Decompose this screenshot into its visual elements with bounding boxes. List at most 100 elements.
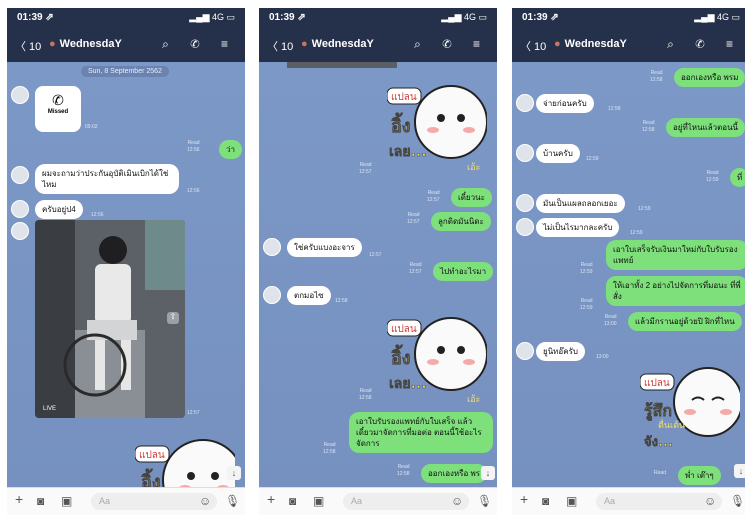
back-button[interactable]: 〈 10 [267,38,293,54]
camera-icon[interactable]: ◙ [289,494,296,508]
read-receipt: Read 12:57 [409,262,422,275]
message-out[interactable]: เอาใบเสร็จรับเงินมาใหม่กับใบรับรองแพทย์ [606,240,745,270]
header-icons[interactable]: ⌕ ✆ ≡ [414,37,489,52]
chat-area[interactable]: Sun, 8 September 2562 ✆ Missed 09:02 Rea… [7,62,245,487]
chat-area[interactable]: Read 12:58 ออกเองหรือ พรม จ่ายก่อนครับ 1… [512,62,745,487]
read-receipt: Read [654,470,666,476]
message-in[interactable]: ใช่ครับแบงอะจาร [287,238,362,257]
back-button[interactable]: 〈 10 [520,38,546,54]
avatar[interactable] [516,144,534,162]
read-receipt: Read 12:58 [650,70,663,83]
camera-icon[interactable]: ◙ [542,494,549,508]
image-icon[interactable]: ▣ [566,494,577,508]
chat-title: ● WednesdaY [49,38,122,50]
status-signal: ▂▄▆ 4G ▭ [694,12,740,22]
plus-icon[interactable]: + [267,491,275,507]
mic-icon[interactable]: 🎙 [225,494,240,508]
emoji-icon[interactable]: ☺ [704,494,716,508]
avatar[interactable] [516,194,534,212]
message-out[interactable]: อยู่ที่ไหนแล้วตอนนี้ [666,118,745,137]
mic-icon[interactable]: 🎙 [477,494,492,508]
scroll-down-button[interactable]: ↓ [227,466,241,480]
message-out[interactable]: ว่า [219,140,242,159]
message-time: 12:59 [630,230,643,236]
header-icons[interactable]: ⌕ ✆ ≡ [667,37,742,52]
message-time: 12:56 [91,212,104,218]
message-in[interactable]: บ้านครับ [536,144,580,163]
sticker[interactable]: แปลน อิ้ง เลย... เอ้ะ [387,78,487,178]
emoji-icon[interactable]: ☺ [199,494,211,508]
chat-area[interactable]: Read 12:57 แปลน อิ้ง เลย... เอ้ะ Read 12… [259,62,497,487]
input-bar: + ◙ ▣ Aa ☺ 🎙 [512,487,745,515]
sticker[interactable]: แปลน รู้สึก ตื่นเต้น จัง... [640,362,740,462]
message-in[interactable]: ครับอยู่ป4 [35,200,83,219]
image-icon[interactable]: ▣ [313,494,324,508]
message-out[interactable]: แล้วมีกรานอยู่ด้วยปิ ฝิกที่ไหน [628,312,742,331]
sticker[interactable]: แปลน อิ้ง [135,432,235,487]
scroll-down-button[interactable]: ↓ [734,464,745,478]
status-bar: 01:39 ⇗ ▂▄▆ 4G ▭ [259,8,497,28]
message-in[interactable]: มันเป็นแผลถลอกเยอะ [536,194,625,213]
status-time: 01:39 ⇗ [17,12,54,23]
missed-call-card[interactable]: ✆ Missed [35,86,81,132]
avatar[interactable] [516,218,534,236]
sticker-text: เอ้ะ [467,162,480,173]
avatar[interactable] [11,166,29,184]
read-receipt: Read 12:59 [706,170,719,183]
camera-icon[interactable]: ◙ [37,494,44,508]
share-icon[interactable]: ⇧ [167,312,179,324]
sticker-text: อิ้ง [391,344,411,369]
sticker-text: อิ้ง [141,468,161,487]
message-time: 12:56 [187,188,200,194]
read-receipt: Read 12:57 [407,212,420,225]
message-out[interactable]: ลูกติดมันนิดะ [431,212,491,231]
header-icons[interactable]: ⌕ ✆ ≡ [162,37,237,52]
message-in[interactable]: จ่ายก่อนครับ [536,94,594,113]
read-receipt: Read 12:57 [427,190,440,203]
message-in[interactable]: ตกมอไซ [287,286,331,305]
read-receipt: Read 13:00 [604,314,617,327]
message-time: 12:58 [608,106,621,112]
message-in[interactable]: ยูนิทอ๊ครับ [536,342,585,361]
avatar[interactable] [263,286,281,304]
date-separator: Sun, 8 September 2562 [81,66,169,77]
message-out[interactable]: ที่ [730,168,745,187]
photo-image [35,220,185,418]
read-receipt: Read 12:59 [580,298,593,311]
message-out[interactable]: ไปทำอะไรมา [433,262,494,281]
plus-icon[interactable]: + [15,491,23,507]
input-bar: + ◙ ▣ Aa ☺ 🎙 [7,487,245,515]
avatar[interactable] [516,342,534,360]
avatar[interactable] [11,222,29,240]
sticker-text: เลย... [389,144,427,160]
message-in[interactable]: ผมจะถามว่าประกันอุบัติเมินเบิกได้ใช่ไหม [35,164,179,194]
avatar[interactable] [263,238,281,256]
mic-icon[interactable]: 🎙 [730,494,745,508]
contact-icon: ● [49,38,56,50]
scroll-down-button[interactable]: ↓ [481,466,495,480]
avatar[interactable] [11,200,29,218]
photo-message[interactable]: LIVE ⇧ [35,220,185,418]
message-out[interactable]: ออกเองหรือ พรม [674,68,745,87]
message-in[interactable]: ไม่เป็นไรมากละครับ [536,218,620,237]
avatar[interactable] [11,86,29,104]
message-time: 13:00 [596,354,609,360]
sticker-text: รู้สึก [644,401,672,422]
message-out[interactable]: พ่ำ เต๊าๆ [678,466,721,485]
message-out[interactable]: เดี๋ยวนะ [451,188,492,207]
sticker-text: เอ้ะ [467,394,480,405]
emoji-icon[interactable]: ☺ [451,494,463,508]
message-out[interactable]: ออกเองหรือ พร [421,464,488,483]
sticker[interactable]: แปลน อิ้ง เลย... เอ้ะ [387,310,487,410]
back-button[interactable]: 〈 10 [15,38,41,54]
image-icon[interactable]: ▣ [61,494,72,508]
message-out[interactable]: ให้เอาทั้ง 2 อย่างไปจัดการที่มอนะ ที่พี่… [606,276,745,306]
plus-icon[interactable]: + [520,491,528,507]
contact-icon: ● [554,38,561,50]
read-receipt: Read 12:56 [187,140,200,153]
message-out[interactable]: เอาใบรับรองแพทย์กับใบเสร็จ แล้วเดี๋ยวมาจ… [349,412,493,453]
avatar[interactable] [516,94,534,112]
phone-icon: ✆ [52,92,64,108]
sticker-text: แปลน [391,324,417,335]
phone-screen-3: 01:39 ⇗ ▂▄▆ 4G ▭ 〈 10 ● WednesdaY ⌕ ✆ ≡ R… [512,8,745,515]
